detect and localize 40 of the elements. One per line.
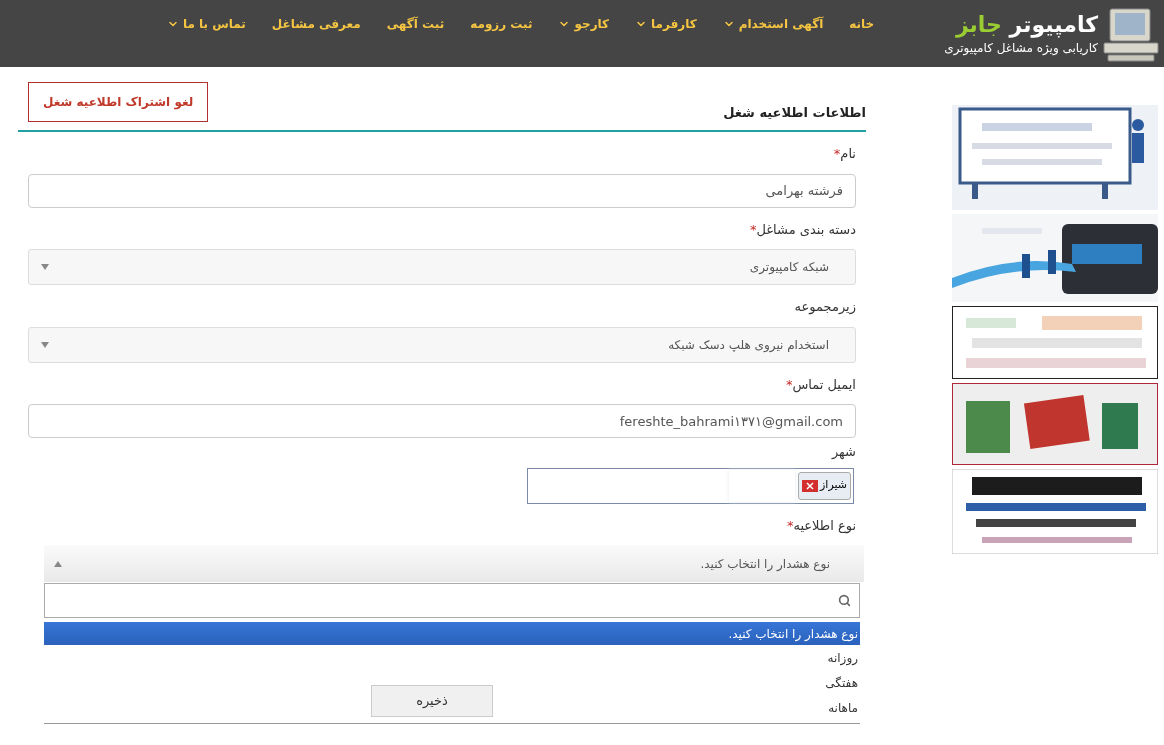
tag-text-input[interactable]: [729, 469, 795, 502]
text-field[interactable]: فرشته بهرامی: [28, 173, 856, 208]
tag-chip[interactable]: شیراز: [798, 471, 851, 500]
form-title: اطلاعات اطلاعیه شغل: [723, 103, 866, 122]
text-field[interactable]: fereshte_bahrami۱۳۷۱@gmail.com: [28, 404, 856, 438]
select-field[interactable]: نوع هشدار را انتخاب کنید.: [44, 545, 864, 582]
dropdown-option[interactable]: هفتگی: [823, 670, 860, 695]
field-label: ایمیل تماس: [792, 376, 856, 392]
nav-link[interactable]: تماس با ما: [166, 14, 246, 33]
required-mark: *: [833, 146, 841, 161]
field-label: دسته بندی مشاغل: [756, 221, 856, 237]
dropdown-option[interactable]: روزانه: [825, 645, 860, 670]
select-field[interactable]: شبکه کامپیوتری: [28, 249, 856, 285]
nav-link[interactable]: ثبت رزومه: [470, 14, 533, 33]
nav-link[interactable]: آگهی استخدام: [722, 14, 824, 33]
required-mark: *: [785, 376, 793, 392]
nav-link[interactable]: خانه: [849, 14, 875, 33]
save-button[interactable]: ذخیره: [371, 685, 493, 717]
field-label: زیرمجموعه: [794, 299, 856, 314]
nav-link[interactable]: کارجو: [558, 14, 610, 33]
field-label: شهر: [831, 444, 856, 459]
nav-link[interactable]: کارفرما: [635, 14, 697, 33]
unsubscribe-button[interactable]: لغو اشتراک اطلاعیه شغل: [28, 82, 209, 122]
dropdown-option[interactable]: ماهانه: [826, 695, 860, 720]
required-mark: *: [786, 517, 794, 533]
remove-icon[interactable]: [802, 479, 818, 492]
dropdown-arrow-icon: [54, 560, 62, 567]
select-field[interactable]: استخدام نیروی هلپ دسک شبکه: [28, 326, 856, 363]
site-tagline: کاریابی ویژه مشاغل کامپیوتری: [944, 39, 1098, 57]
dropdown-arrow-icon: [41, 341, 49, 348]
dropdown-arrow-icon: [41, 264, 49, 270]
site-title[interactable]: کامپیوتر جابز: [955, 10, 1098, 39]
nav-link[interactable]: ثبت آگهی: [386, 14, 445, 33]
field-label: نوع اطلاعیه: [793, 517, 856, 533]
search-icon: [838, 594, 851, 607]
field-label: نام: [840, 146, 856, 161]
dropdown-option[interactable]: نوع هشدار را انتخاب کنید.: [44, 622, 860, 645]
required-mark: *: [749, 221, 757, 237]
nav-link[interactable]: معرفی مشاغل: [271, 14, 361, 33]
tag-input-field[interactable]: شیراز: [527, 467, 854, 504]
